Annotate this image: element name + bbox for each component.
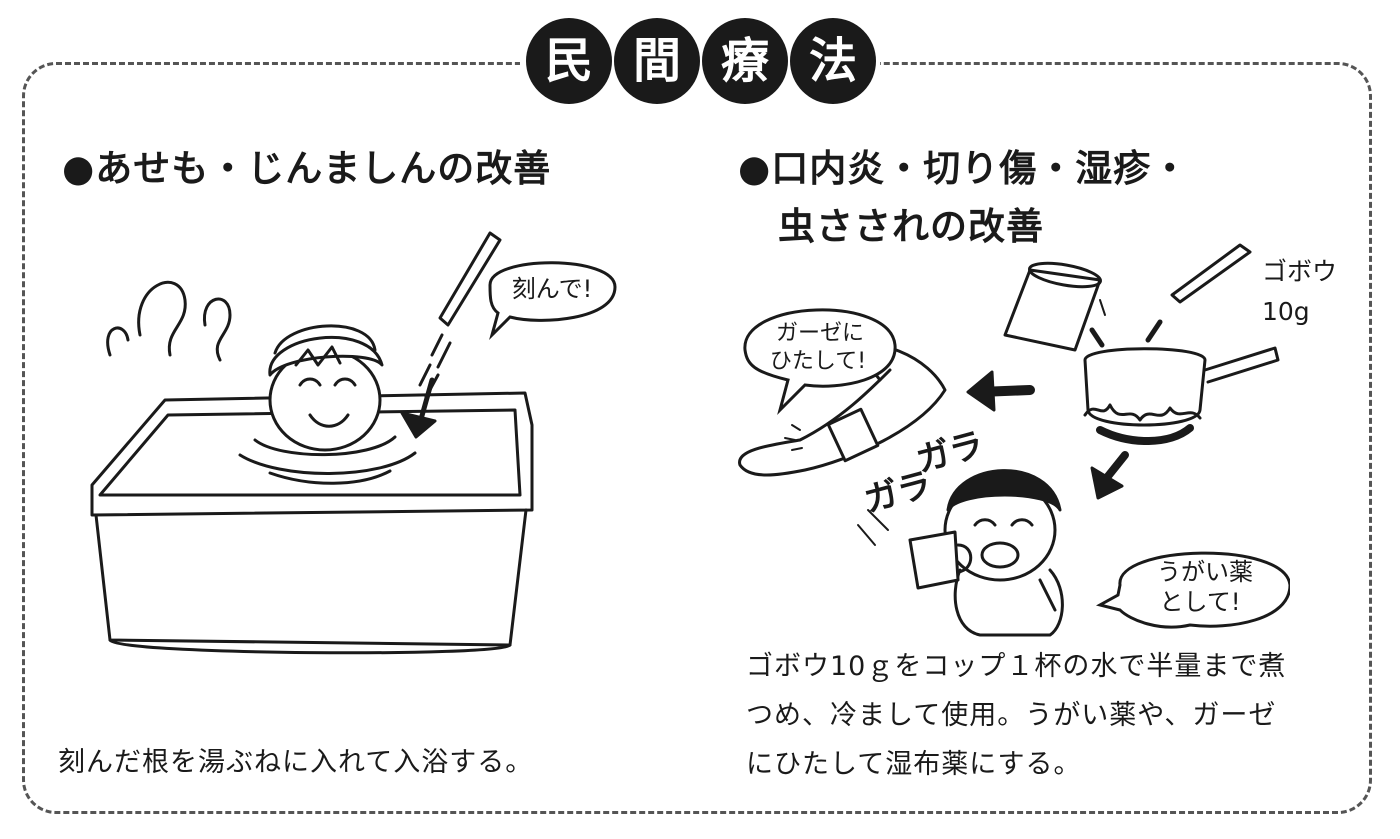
bath-illustration: 刻んで! [90,231,617,655]
gargle-bubble-line2: として! [1160,588,1241,616]
title-char-2: 間 [614,18,700,104]
title-char-1: 民 [526,18,612,104]
left-caption: 刻んだ根を湯ぶねに入れて入浴する。 [58,747,534,778]
title-banner: 民 間 療 法 [520,12,880,108]
right-caption: ゴボウ10ｇをコップ１杯の水で半量まで煮 つめ、冷まして使用。うがい薬や、ガーゼ… [746,642,1286,789]
right-caption-line3: にひたして湿布薬にする。 [746,749,1082,780]
gargle-bubble-line1: うがい薬 [1157,558,1253,586]
gauze-bubble-line1: ガーゼに [776,321,864,346]
right-heading-line1: ●口内炎・切り傷・湿疹・ [738,147,1190,190]
right-caption-line1: ゴボウ10ｇをコップ１杯の水で半量まで煮 [746,651,1287,682]
title-char-4: 法 [790,18,876,104]
left-bubble-text: 刻んで! [512,275,592,303]
right-caption-line2: つめ、冷まして使用。うがい薬や、ガーゼ [746,700,1277,731]
left-heading: ●あせも・じんましんの改善 [62,147,552,190]
title-char-3: 療 [702,18,788,104]
gauze-bubble-line2: ひたして! [770,349,866,374]
decoction-illustration: ガーゼに ひたして! うがい薬 として! ガラ ガラ [738,243,1290,637]
sfx-gara-2: ガラ [860,464,936,520]
